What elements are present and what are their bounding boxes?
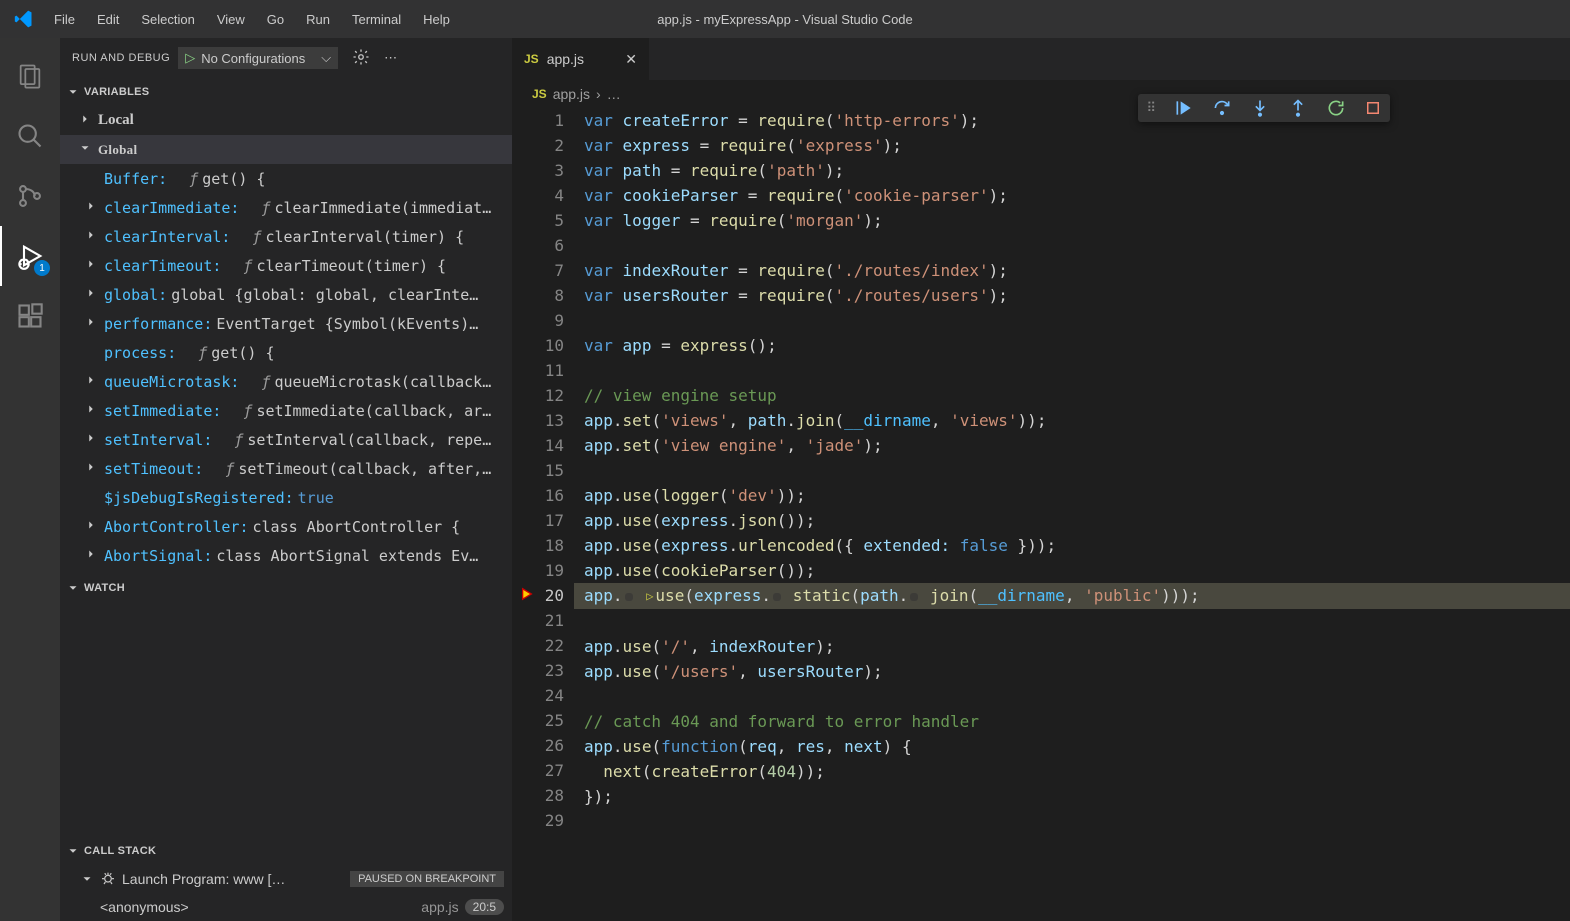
callstack-section-header[interactable]: CALL STACK bbox=[60, 837, 512, 865]
stop-button[interactable] bbox=[1364, 99, 1382, 117]
close-icon[interactable]: ✕ bbox=[625, 51, 637, 68]
menubar: FileEditSelectionViewGoRunTerminalHelp bbox=[44, 6, 460, 33]
code-line[interactable]: // view engine setup bbox=[584, 383, 1570, 408]
restart-button[interactable] bbox=[1326, 98, 1346, 118]
frame-position: 20:5 bbox=[465, 899, 504, 915]
code-line[interactable]: var express = require('express'); bbox=[584, 133, 1570, 158]
variable-row[interactable]: queueMicrotask:ƒ queueMicrotask(callback… bbox=[60, 367, 512, 396]
variable-row[interactable]: setInterval:ƒ setInterval(callback, repe… bbox=[60, 425, 512, 454]
callstack-frame[interactable]: <anonymous> app.js 20:5 bbox=[60, 893, 512, 921]
bug-icon bbox=[100, 870, 116, 889]
run-and-debug-icon[interactable]: 1 bbox=[0, 226, 60, 286]
variable-row[interactable]: clearTimeout:ƒ clearTimeout(timer) { bbox=[60, 251, 512, 280]
code-line[interactable]: var createError = require('http-errors')… bbox=[584, 108, 1570, 133]
activitybar: 1 bbox=[0, 38, 60, 921]
scope-local[interactable]: Local bbox=[60, 106, 512, 135]
code-line[interactable]: var cookieParser = require('cookie-parse… bbox=[584, 183, 1570, 208]
variable-row[interactable]: setTimeout:ƒ setTimeout(callback, after,… bbox=[60, 454, 512, 483]
code-line[interactable]: app.use(logger('dev')); bbox=[584, 483, 1570, 508]
window-title: app.js - myExpressApp - Visual Studio Co… bbox=[657, 12, 913, 27]
code-line[interactable] bbox=[584, 458, 1570, 483]
js-file-icon: JS bbox=[524, 52, 539, 66]
scope-global[interactable]: Global bbox=[60, 135, 512, 164]
step-out-button[interactable] bbox=[1288, 98, 1308, 118]
variable-row[interactable]: Buffer:ƒ get() { bbox=[60, 164, 512, 193]
grip-icon[interactable]: ⠿ bbox=[1146, 100, 1156, 116]
code-line[interactable] bbox=[584, 308, 1570, 333]
watch-section-header[interactable]: WATCH bbox=[60, 574, 512, 602]
menu-go[interactable]: Go bbox=[257, 6, 294, 33]
code-line[interactable]: app.set('views', path.join(__dirname, 'v… bbox=[584, 408, 1570, 433]
code-line[interactable]: app.set('view engine', 'jade'); bbox=[584, 433, 1570, 458]
variable-row[interactable]: clearImmediate:ƒ clearImmediate(immediat… bbox=[60, 193, 512, 222]
explorer-icon[interactable] bbox=[0, 46, 60, 106]
code-line[interactable]: app.use(express.json()); bbox=[584, 508, 1570, 533]
debug-config-label: No Configurations bbox=[201, 51, 305, 66]
code-line[interactable] bbox=[584, 358, 1570, 383]
variable-row[interactable]: process:ƒ get() { bbox=[60, 338, 512, 367]
variable-row[interactable]: clearInterval:ƒ clearInterval(timer) { bbox=[60, 222, 512, 251]
code-line[interactable]: // catch 404 and forward to error handle… bbox=[584, 709, 1570, 734]
source-control-icon[interactable] bbox=[0, 166, 60, 226]
code-editor[interactable]: 1234567891011121314151617181920212223242… bbox=[512, 108, 1570, 921]
variable-row[interactable]: performance: EventTarget {Symbol(kEvents… bbox=[60, 309, 512, 338]
code-line[interactable]: var app = express(); bbox=[584, 333, 1570, 358]
code-line[interactable]: var path = require('path'); bbox=[584, 158, 1570, 183]
step-over-button[interactable] bbox=[1212, 98, 1232, 118]
debug-badge: 1 bbox=[34, 260, 50, 276]
editor-area: JS app.js ✕ JS app.js › … 12345678910111… bbox=[512, 38, 1570, 921]
chevron-down-icon[interactable]: ⌵ bbox=[321, 50, 331, 66]
menu-edit[interactable]: Edit bbox=[87, 6, 129, 33]
code-line[interactable] bbox=[584, 233, 1570, 258]
sidebar-title: RUN AND DEBUG bbox=[72, 52, 170, 64]
step-into-button[interactable] bbox=[1250, 98, 1270, 118]
extensions-icon[interactable] bbox=[0, 286, 60, 346]
continue-button[interactable] bbox=[1174, 98, 1194, 118]
chevron-right-icon: › bbox=[596, 86, 601, 102]
pause-status: PAUSED ON BREAKPOINT bbox=[350, 871, 504, 887]
menu-file[interactable]: File bbox=[44, 6, 85, 33]
variable-row[interactable]: AbortSignal: class AbortSignal extends E… bbox=[60, 541, 512, 570]
code-line[interactable]: app. ▷use(express. static(path. join(__d… bbox=[574, 583, 1570, 609]
code-line[interactable]: app.use(function(req, res, next) { bbox=[584, 734, 1570, 759]
code-line[interactable] bbox=[584, 609, 1570, 634]
sidebar: RUN AND DEBUG ▷ No Configurations ⌵ ⋯ VA… bbox=[60, 38, 512, 921]
variable-row[interactable]: setImmediate:ƒ setImmediate(callback, ar… bbox=[60, 396, 512, 425]
start-debug-icon[interactable]: ▷ bbox=[185, 50, 195, 66]
menu-terminal[interactable]: Terminal bbox=[342, 6, 411, 33]
code-line[interactable]: app.use('/users', usersRouter); bbox=[584, 659, 1570, 684]
code-line[interactable]: var logger = require('morgan'); bbox=[584, 208, 1570, 233]
more-icon[interactable]: ⋯ bbox=[384, 50, 397, 66]
code-line[interactable]: app.use(express.urlencoded({ extended: f… bbox=[584, 533, 1570, 558]
tabs: JS app.js ✕ bbox=[512, 38, 1570, 80]
search-icon[interactable] bbox=[0, 106, 60, 166]
menu-run[interactable]: Run bbox=[296, 6, 340, 33]
code-line[interactable]: app.use(cookieParser()); bbox=[584, 558, 1570, 583]
code-line[interactable]: var indexRouter = require('./routes/inde… bbox=[584, 258, 1570, 283]
code-line[interactable]: app.use('/', indexRouter); bbox=[584, 634, 1570, 659]
gear-icon[interactable] bbox=[352, 48, 370, 69]
code-line[interactable]: next(createError(404)); bbox=[584, 759, 1570, 784]
code-line[interactable]: var usersRouter = require('./routes/user… bbox=[584, 283, 1570, 308]
vscode-logo-icon bbox=[8, 9, 40, 29]
titlebar: FileEditSelectionViewGoRunTerminalHelp a… bbox=[0, 0, 1570, 38]
variable-row[interactable]: global: global {global: global, clearInt… bbox=[60, 280, 512, 309]
debug-config-select[interactable]: ▷ No Configurations ⌵ bbox=[178, 47, 338, 69]
code-line[interactable] bbox=[584, 809, 1570, 834]
menu-selection[interactable]: Selection bbox=[131, 6, 204, 33]
code-line[interactable] bbox=[584, 684, 1570, 709]
js-file-icon: JS bbox=[532, 87, 547, 101]
debug-toolbar[interactable]: ⠿ bbox=[1138, 94, 1390, 122]
tab-appjs[interactable]: JS app.js ✕ bbox=[512, 38, 650, 80]
breakpoint-current-icon bbox=[520, 587, 534, 601]
code-line[interactable]: }); bbox=[584, 784, 1570, 809]
sidebar-header: RUN AND DEBUG ▷ No Configurations ⌵ ⋯ bbox=[60, 38, 512, 78]
menu-view[interactable]: View bbox=[207, 6, 255, 33]
variable-row[interactable]: $jsDebugIsRegistered: true bbox=[60, 483, 512, 512]
callstack-program[interactable]: Launch Program: www [… PAUSED ON BREAKPO… bbox=[60, 865, 512, 893]
menu-help[interactable]: Help bbox=[413, 6, 460, 33]
breadcrumb[interactable]: JS app.js › … bbox=[512, 80, 1570, 108]
variables-section-header[interactable]: VARIABLES bbox=[60, 78, 512, 106]
variable-row[interactable]: AbortController: class AbortController { bbox=[60, 512, 512, 541]
